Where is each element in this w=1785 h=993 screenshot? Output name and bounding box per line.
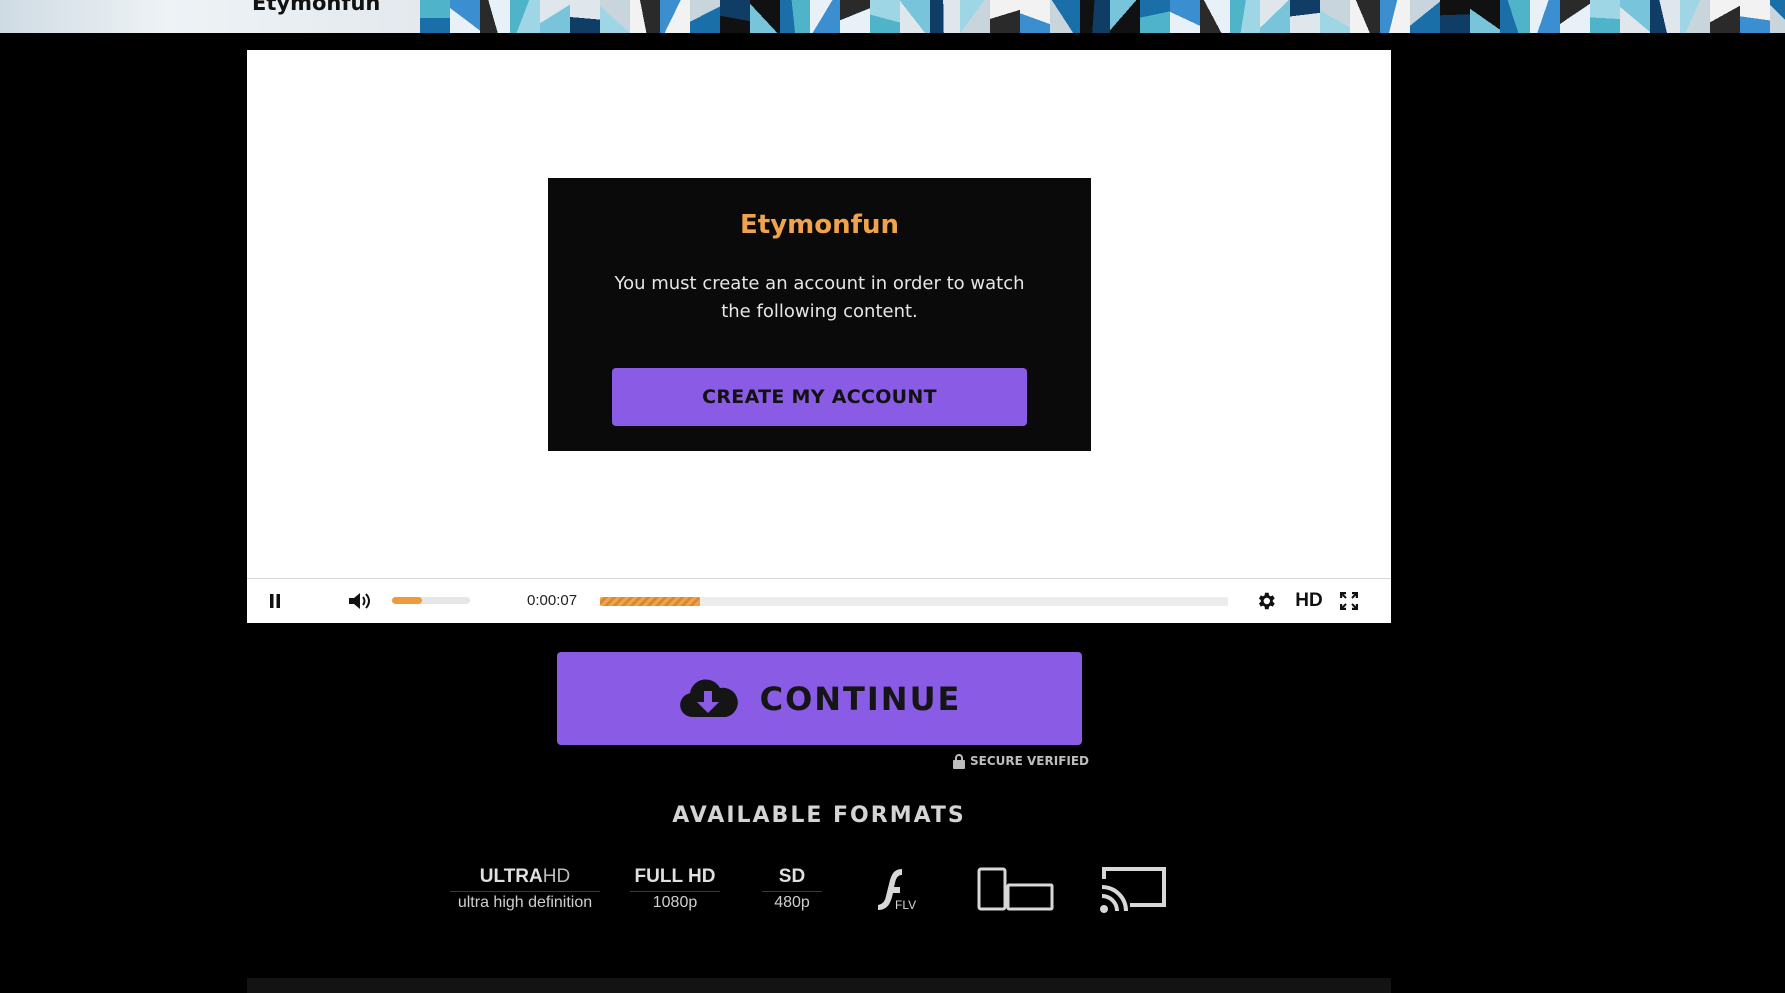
banner-thumbnail	[1500, 0, 1530, 33]
devices-icon	[977, 867, 1054, 911]
fullscreen-icon	[1340, 592, 1358, 610]
banner-thumbnail	[1530, 0, 1560, 33]
banner-thumbnail	[1710, 0, 1740, 33]
banner-thumbnail	[420, 0, 450, 33]
quality-button[interactable]: HD	[1292, 579, 1326, 623]
volume-level	[392, 597, 422, 604]
banner-thumbnail	[750, 0, 780, 33]
banner-thumbnails	[420, 0, 1785, 33]
format-ultrahd-sub: ultra high definition	[457, 894, 593, 911]
banner-thumbnail	[1080, 0, 1110, 33]
pause-icon	[270, 594, 280, 608]
banner-thumbnail	[1560, 0, 1590, 33]
settings-button[interactable]	[1253, 579, 1279, 623]
banner-thumbnail	[450, 0, 480, 33]
banner-thumbnail	[630, 0, 660, 33]
banner-thumbnail	[810, 0, 840, 33]
banner-thumbnail	[1650, 0, 1680, 33]
format-ultrahd-label: ULTRAHD	[450, 866, 600, 892]
banner-thumbnail	[960, 0, 990, 33]
continue-button[interactable]: CONTINUE	[557, 652, 1082, 745]
format-fullhd-label: FULL HD	[630, 866, 720, 892]
banner-thumbnail	[840, 0, 870, 33]
volume-button[interactable]	[347, 579, 373, 623]
pause-button[interactable]	[265, 579, 285, 623]
banner-thumbnail	[480, 0, 510, 33]
formats-title: AVAILABLE FORMATS	[672, 803, 966, 828]
banner-thumbnail	[1590, 0, 1620, 33]
banner-thumbnail	[1230, 0, 1260, 33]
banner-thumbnail	[1050, 0, 1080, 33]
banner-thumbnail	[780, 0, 810, 33]
cast-icon	[1100, 867, 1166, 913]
banner-thumbnail	[690, 0, 720, 33]
format-ultrahd: ULTRAHD ultra high definition	[450, 866, 600, 912]
banner-thumbnail	[1410, 0, 1440, 33]
player-controls: 0:00:07 HD	[247, 578, 1391, 623]
lock-icon	[953, 753, 965, 769]
banner-thumbnail	[1770, 0, 1785, 33]
continue-label: CONTINUE	[759, 679, 962, 718]
banner-thumbnail	[1350, 0, 1380, 33]
banner-thumbnail	[1620, 0, 1650, 33]
banner-thumbnail	[1170, 0, 1200, 33]
banner-thumbnail	[900, 0, 930, 33]
top-banner: Etymonfun	[0, 0, 1785, 33]
format-flv: FLV	[872, 865, 920, 918]
banner-thumbnail	[1260, 0, 1290, 33]
banner-thumbnail	[570, 0, 600, 33]
banner-thumbnail	[1740, 0, 1770, 33]
video-player[interactable]: Etymonfun You must create an account in …	[247, 50, 1391, 623]
modal-title: Etymonfun	[740, 210, 899, 240]
format-sd: SD 480p	[762, 866, 822, 912]
format-ultrahd-light: HD	[542, 866, 571, 887]
gear-icon	[1258, 592, 1275, 610]
banner-thumbnail	[1020, 0, 1050, 33]
flv-label: FLV	[895, 898, 916, 912]
secure-badge: SECURE VERIFIED	[953, 753, 1089, 769]
banner-title: Etymonfun	[252, 0, 381, 15]
secure-label: SECURE VERIFIED	[970, 754, 1090, 768]
signup-modal: Etymonfun You must create an account in …	[548, 178, 1091, 451]
banner-thumbnail	[1290, 0, 1320, 33]
current-time: 0:00:07	[527, 592, 578, 609]
banner-thumbnail	[1110, 0, 1140, 33]
banner-thumbnail	[600, 0, 630, 33]
banner-thumbnail	[510, 0, 540, 33]
format-cast	[1100, 865, 1168, 920]
banner-thumbnail	[1680, 0, 1710, 33]
banner-thumbnail	[720, 0, 750, 33]
banner-thumbnail	[1320, 0, 1350, 33]
footer-bar	[247, 978, 1391, 993]
modal-message: You must create an account in order to w…	[614, 273, 1025, 322]
banner-thumbnail	[1140, 0, 1170, 33]
banner-thumbnail	[1440, 0, 1470, 33]
banner-thumbnail	[870, 0, 900, 33]
volume-slider[interactable]	[392, 597, 470, 604]
format-fullhd-sub: 1080p	[652, 894, 698, 911]
banner-thumbnail	[1380, 0, 1410, 33]
flash-icon: FLV	[878, 869, 916, 912]
banner-thumbnail	[540, 0, 570, 33]
format-devices	[976, 865, 1056, 918]
format-sd-label: SD	[762, 866, 822, 892]
banner-thumbnail	[1470, 0, 1500, 33]
banner-thumbnail	[990, 0, 1020, 33]
banner-thumbnail	[660, 0, 690, 33]
create-account-button[interactable]: CREATE MY ACCOUNT	[612, 368, 1027, 426]
fullscreen-button[interactable]	[1337, 579, 1361, 623]
seek-progress	[600, 597, 701, 606]
cloud-download-icon	[679, 678, 738, 717]
format-ultrahd-bold: ULTRA	[479, 866, 543, 887]
banner-thumbnail	[930, 0, 960, 33]
banner-thumbnail	[1200, 0, 1230, 33]
seek-bar[interactable]	[600, 597, 1228, 606]
volume-icon	[349, 593, 370, 609]
format-fullhd: FULL HD 1080p	[630, 866, 720, 912]
format-sd-sub: 480p	[774, 894, 810, 911]
